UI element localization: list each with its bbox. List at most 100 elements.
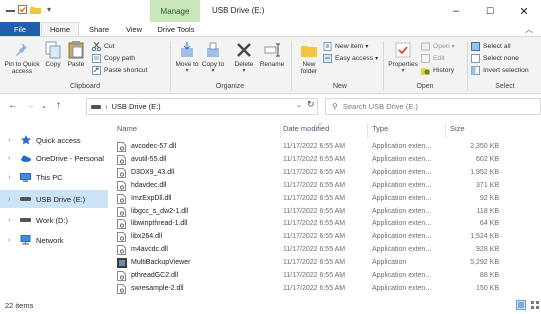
new-folder-icon: [300, 41, 318, 59]
new-item-label: New item: [335, 43, 364, 50]
file-size: 2,350 KB: [470, 143, 499, 150]
maximize-button[interactable]: ☐: [473, 0, 507, 22]
details-view-icon[interactable]: [516, 300, 526, 310]
file-row[interactable]: m4avcdc.dll 11/17/2022 6:55 AM Application…: [112, 244, 535, 257]
rename-button[interactable]: Rename: [258, 41, 286, 68]
file-row[interactable]: pthreadGC2.dll 11/17/2022 6:55 AM Applicat…: [112, 270, 535, 283]
dll-file-icon: [117, 271, 126, 281]
manage-tab[interactable]: Manage: [150, 0, 200, 22]
nav-item-this-pc[interactable]: › This PC: [0, 168, 108, 186]
select-none-button[interactable]: Select none: [471, 53, 519, 64]
expand-chevron-icon[interactable]: ›: [8, 217, 16, 224]
tab-drive-tools[interactable]: Drive Tools: [151, 22, 201, 36]
nav-item-usb-drive[interactable]: › USB Drive (E:): [0, 190, 108, 208]
forward-arrow-icon[interactable]: →: [25, 100, 35, 111]
file-name: libgcc_s_dw2-1.dll: [131, 207, 189, 215]
properties-qa-icon[interactable]: [17, 5, 27, 14]
copy-path-icon: [92, 54, 101, 63]
move-to-button[interactable]: Move to ▾: [175, 41, 199, 75]
minimize-button[interactable]: –: [439, 0, 473, 22]
file-row[interactable]: libx264.dll 11/17/2022 6:55 AM Application…: [112, 231, 535, 244]
file-row[interactable]: MultiBackupViewer 11/17/2022 6:55 AM Appli…: [112, 257, 535, 270]
search-input[interactable]: ⚲ Search USB Drive (E:): [325, 98, 541, 115]
file-row[interactable]: ImzExpDll.dll 11/17/2022 6:55 AM Applicati…: [112, 193, 535, 206]
paste-button[interactable]: Paste: [64, 41, 88, 68]
properties-dropdown-icon: ▾: [401, 68, 405, 74]
breadcrumb[interactable]: USB Drive (E:): [112, 102, 161, 111]
file-type: Application exten...: [372, 194, 432, 202]
nav-item-network[interactable]: › Network: [0, 231, 108, 249]
new-item-dropdown-icon: ▾: [365, 44, 369, 50]
expand-chevron-icon[interactable]: ›: [8, 155, 16, 162]
new-folder-qa-icon[interactable]: [30, 5, 41, 14]
tab-file[interactable]: File: [0, 22, 40, 36]
file-row[interactable]: avcodec-57.dll 11/17/2022 6:55 AM Applicat…: [112, 141, 535, 154]
column-header-name[interactable]: Name: [117, 124, 137, 138]
tab-share[interactable]: Share: [81, 22, 117, 36]
copy-button[interactable]: Copy: [42, 41, 64, 68]
delete-button[interactable]: Delete ▾: [231, 41, 257, 75]
app-icon: [117, 258, 127, 269]
column-divider[interactable]: [445, 124, 446, 138]
nav-item-quick-access[interactable]: › Quick access: [0, 131, 108, 149]
file-size: 5,292 KB: [470, 259, 499, 267]
copy-path-button[interactable]: Copy path: [92, 53, 135, 64]
search-placeholder: Search USB Drive (E:): [342, 102, 418, 111]
file-row[interactable]: libgcc_s_dw2-1.dll 11/17/2022 6:55 AM Appl…: [112, 206, 535, 219]
column-header-size[interactable]: Size: [450, 124, 465, 138]
tab-view[interactable]: View: [117, 22, 151, 36]
file-date: 11/17/2022 6:55 AM: [283, 259, 346, 267]
file-type: Application exten...: [372, 284, 432, 292]
column-header-type[interactable]: Type: [372, 124, 388, 138]
file-row[interactable]: D3DX9_43.dll 11/17/2022 6:55 AM Applicatio…: [112, 167, 535, 180]
customize-qa-icon[interactable]: ▾: [44, 5, 54, 14]
file-date: 11/17/2022 6:55 AM: [283, 233, 346, 241]
file-row[interactable]: libwinpthread-1.dll 11/17/2022 6:55 AM App…: [112, 218, 535, 231]
address-bar[interactable]: › USB Drive (E:): [86, 98, 318, 115]
back-arrow-icon[interactable]: ←: [8, 100, 18, 111]
cut-button[interactable]: Cut: [91, 41, 115, 52]
minimize-qa-icon[interactable]: [5, 5, 15, 13]
refresh-icon[interactable]: ↻: [307, 99, 315, 110]
dll-file-icon: [117, 142, 126, 152]
new-folder-button[interactable]: New folder: [296, 41, 322, 75]
history-button[interactable]: History: [421, 65, 454, 76]
file-type: Application exten...: [372, 168, 432, 176]
file-date: 11/17/2022 6:55 AM: [283, 284, 346, 292]
file-type: Application exten...: [372, 272, 432, 279]
close-button[interactable]: ✕: [507, 0, 541, 22]
tab-home[interactable]: Home: [41, 22, 79, 36]
expand-chevron-icon[interactable]: ›: [8, 137, 16, 144]
nav-item-onedrive[interactable]: › OneDrive - Personal: [0, 149, 108, 167]
up-arrow-icon[interactable]: ↑: [56, 100, 61, 111]
rename-icon: [263, 41, 281, 59]
column-header-date[interactable]: Date modified: [283, 124, 329, 138]
pin-quick-access-button[interactable]: Pin to Quick access: [3, 41, 41, 75]
file-row[interactable]: swresample-2.dll 11/17/2022 6:55 AM Applic…: [112, 283, 535, 296]
select-all-button[interactable]: Select all: [471, 41, 511, 52]
invert-selection-button[interactable]: Invert selection: [471, 65, 529, 76]
easy-access-label: Easy access: [335, 55, 374, 62]
expand-chevron-icon[interactable]: ›: [8, 237, 16, 244]
column-divider[interactable]: [367, 124, 368, 138]
dll-file-icon: [117, 283, 126, 294]
copy-to-button[interactable]: Copy to ▾: [201, 41, 225, 75]
large-icons-view-icon[interactable]: [530, 300, 540, 310]
edit-button[interactable]: Edit: [421, 53, 445, 64]
cut-label: Cut: [104, 43, 115, 50]
expand-chevron-icon[interactable]: ›: [8, 174, 16, 181]
recent-dropdown-icon[interactable]: ⌄: [41, 102, 47, 110]
collapse-ribbon-icon[interactable]: ︿: [525, 24, 533, 35]
address-dropdown-icon[interactable]: ⌄: [296, 101, 302, 109]
nav-item-work-drive[interactable]: › Work (D:): [0, 211, 108, 229]
file-row[interactable]: hdavdec.dll 11/17/2022 6:55 AM Application…: [112, 180, 535, 193]
properties-button[interactable]: Properties ▾: [386, 41, 420, 75]
file-row[interactable]: avutil-55.dll 11/17/2022 6:55 AM Applicati…: [112, 154, 535, 167]
cloud-icon: [20, 154, 31, 163]
easy-access-button[interactable]: Easy access ▾: [323, 53, 378, 64]
paste-shortcut-button[interactable]: Paste shortcut: [92, 65, 147, 76]
new-item-button[interactable]: New item ▾: [323, 41, 368, 52]
open-button[interactable]: Open ▾: [421, 41, 455, 52]
expand-chevron-icon[interactable]: ›: [8, 196, 16, 203]
column-divider[interactable]: [280, 124, 281, 138]
